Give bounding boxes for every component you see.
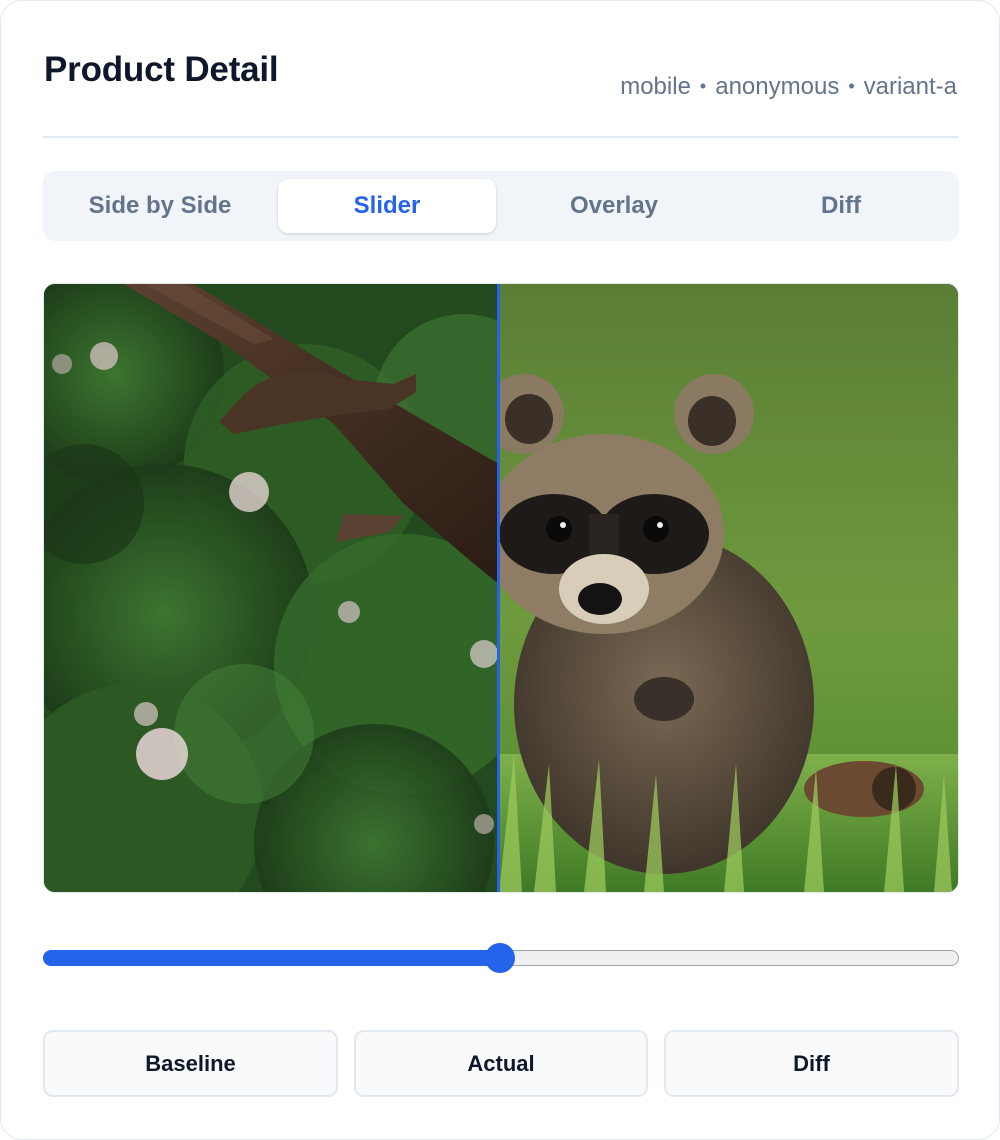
- comparison-slider[interactable]: [43, 943, 959, 973]
- page-title: Product Detail: [44, 50, 279, 89]
- baseline-button[interactable]: Baseline: [43, 1030, 338, 1097]
- meta-separator: •: [699, 76, 707, 96]
- tab-overlay[interactable]: Overlay: [505, 179, 723, 233]
- context-meta: mobile • anonymous • variant-a: [620, 71, 957, 102]
- meta-variant: variant-a: [863, 73, 957, 100]
- tab-slider[interactable]: Slider: [278, 179, 496, 233]
- meta-device: mobile: [620, 73, 691, 100]
- view-mode-tabs: Side by Side Slider Overlay Diff: [43, 171, 959, 241]
- actual-button[interactable]: Actual: [354, 1030, 648, 1097]
- tab-side-by-side[interactable]: Side by Side: [51, 179, 269, 233]
- header-divider: [43, 136, 959, 138]
- slider-fill: [43, 950, 500, 966]
- comparison-divider[interactable]: [497, 284, 500, 892]
- image-comparison-viewer[interactable]: [43, 283, 959, 893]
- meta-user: anonymous: [715, 73, 840, 100]
- baseline-image: [44, 284, 499, 892]
- slider-thumb[interactable]: [485, 943, 515, 973]
- meta-separator: •: [848, 76, 855, 96]
- comparison-card: Product Detail mobile • anonymous • variant-…: [0, 0, 1000, 1140]
- actual-image: [499, 284, 958, 892]
- tab-diff[interactable]: Diff: [732, 179, 950, 233]
- diff-button[interactable]: Diff: [664, 1030, 959, 1097]
